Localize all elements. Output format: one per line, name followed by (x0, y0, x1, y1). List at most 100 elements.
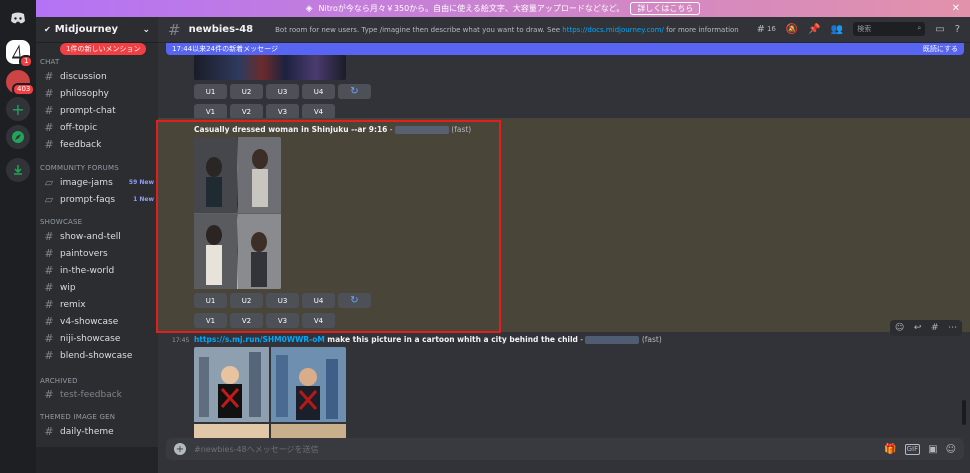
composer-tools: 🎁 GIF ▣ ☺ (884, 443, 956, 455)
category-themed-image-gen[interactable]: THEMED IMAGE GEN (40, 413, 115, 421)
discord-home-icon[interactable] (6, 6, 30, 30)
add-attachment-icon[interactable]: + (174, 443, 186, 455)
channel-daily-theme[interactable]: # daily-theme (44, 424, 154, 439)
channel-test-feedback[interactable]: # test-feedback (44, 387, 154, 402)
channel-label: in-the-world (60, 265, 115, 276)
channel-paintovers[interactable]: # paintovers (44, 246, 154, 261)
forum-icon: ▱ (44, 193, 54, 206)
message-timestamp: 17:45 (172, 337, 190, 344)
channel-off-topic[interactable]: # off-topic (44, 120, 154, 135)
user-panel (36, 447, 158, 473)
redacted-user (585, 336, 640, 344)
verified-icon: ✔ (44, 25, 51, 34)
threads-icon[interactable]: # (757, 24, 765, 35)
channel-niji-showcase[interactable]: # niji-showcase (44, 331, 154, 346)
channel-discussion[interactable]: # discussion (44, 69, 154, 84)
variation-4-button[interactable]: V4 (302, 104, 335, 119)
message-content: https://s.mj.run/SHM0WWR-oM make this pi… (194, 335, 662, 344)
generated-image-grid[interactable] (194, 347, 346, 439)
variation-1-button[interactable]: V1 (194, 104, 227, 119)
pin-icon[interactable]: 📌 (808, 24, 820, 35)
channel-label: image-jams (60, 177, 113, 188)
hash-icon: # (44, 247, 54, 260)
explore-icon[interactable] (6, 125, 30, 149)
search-input[interactable]: 検索 ⌕ (853, 22, 926, 36)
topic-text: Bot room for new users. Type /imagine th… (275, 25, 561, 34)
new-mention-pill[interactable]: 1件の新しいメンション (60, 43, 147, 55)
channel-prompt-chat[interactable]: # prompt-chat (44, 103, 154, 118)
add-server-icon[interactable]: + (6, 97, 30, 121)
new-messages-bar[interactable]: 17:44以来24件の新着メッセージ 既読にする (166, 43, 964, 55)
channel-label: prompt-faqs (60, 194, 116, 205)
channel-in-the-world[interactable]: # in-the-world (44, 263, 154, 278)
hash-icon: # (44, 104, 54, 117)
message-composer[interactable]: + #newbies-48へメッセージを送信 🎁 GIF ▣ ☺ (166, 438, 964, 460)
hash-icon: # (44, 425, 54, 438)
channel-remix[interactable]: # remix (44, 297, 154, 312)
generated-image[interactable] (194, 55, 346, 80)
highlight-annotation-box (156, 120, 501, 333)
download-icon[interactable] (6, 158, 30, 182)
header-toolbar: # 16 🔕 📌 👥 検索 ⌕ ▭ ? (757, 22, 960, 36)
mark-read-button[interactable]: 既読にする (923, 44, 958, 54)
variation-2-button[interactable]: V2 (230, 104, 263, 119)
category-archived[interactable]: ARCHIVED (40, 377, 78, 385)
channel-feedback[interactable]: # feedback (44, 137, 154, 152)
variation-3-button[interactable]: V3 (266, 104, 299, 119)
channel-label: niji-showcase (60, 333, 121, 344)
separator: - (580, 335, 584, 344)
channel-image-jams[interactable]: ▱ image-jams 59 New (44, 175, 154, 190)
channel-show-and-tell[interactable]: # show-and-tell (44, 229, 154, 244)
upscale-2-button[interactable]: U2 (230, 84, 263, 99)
channel-label: prompt-chat (60, 105, 116, 116)
upscale-3-button[interactable]: U3 (266, 84, 299, 99)
gift-icon[interactable]: 🎁 (884, 444, 896, 455)
gif-icon[interactable]: GIF (904, 443, 921, 455)
channel-label: off-topic (60, 122, 98, 133)
channel-blend-showcase[interactable]: # blend-showcase (44, 348, 154, 363)
channel-label: discussion (60, 71, 107, 82)
help-icon[interactable]: ? (955, 24, 960, 35)
close-icon[interactable]: ✕ (952, 3, 960, 14)
banner-cta-button[interactable]: 詳しくはこちら (630, 2, 701, 15)
channel-wip[interactable]: # wip (44, 280, 154, 295)
upscale-1-button[interactable]: U1 (194, 84, 227, 99)
topic-link[interactable]: https://docs.midjourney.com/ (562, 26, 664, 34)
reply-icon[interactable]: ↩ (914, 323, 922, 333)
channel-v4-showcase[interactable]: # v4-showcase (44, 314, 154, 329)
channel-label: v4-showcase (60, 316, 119, 327)
sticker-icon[interactable]: ▣ (928, 444, 937, 455)
hash-icon: # (44, 87, 54, 100)
prompt-text: make this picture in a cartoon whith a c… (327, 335, 578, 344)
create-thread-icon[interactable]: # (931, 323, 939, 333)
category-community-forums[interactable]: COMMUNITY FORUMS (40, 164, 119, 172)
hash-icon: # (44, 315, 54, 328)
channel-label: blend-showcase (60, 350, 133, 361)
server-name: Midjourney (54, 24, 119, 35)
scrollbar[interactable] (962, 400, 966, 425)
hash-icon: # (44, 138, 54, 151)
server-badge: 403 (12, 83, 36, 96)
channel-label: remix (60, 299, 86, 310)
image-link[interactable]: https://s.mj.run/SHM0WWR-oM (194, 335, 325, 344)
hash-icon: # (44, 70, 54, 83)
category-showcase[interactable]: SHOWCASE (40, 218, 82, 226)
inbox-icon[interactable]: ▭ (935, 24, 944, 35)
message-input[interactable]: #newbies-48へメッセージを送信 (194, 444, 319, 455)
nitro-icon: ◈ (305, 3, 313, 14)
mute-bell-icon[interactable]: 🔕 (786, 24, 798, 35)
channel-philosophy[interactable]: # philosophy (44, 86, 154, 101)
channel-label: test-feedback (60, 389, 122, 400)
hash-icon: # (44, 388, 54, 401)
hash-icon: # (44, 332, 54, 345)
members-icon[interactable]: 👥 (831, 24, 843, 35)
emoji-icon[interactable]: ☺ (946, 444, 956, 455)
server-header[interactable]: ✔ Midjourney ⌄ (36, 17, 158, 43)
upscale-4-button[interactable]: U4 (302, 84, 335, 99)
more-options-icon[interactable]: ⋯ (948, 323, 957, 333)
reroll-icon[interactable]: ↻ (338, 84, 371, 99)
speed-badge: (fast) (641, 335, 662, 344)
add-reaction-icon[interactable]: ☺ (895, 323, 904, 333)
category-chat[interactable]: CHAT (40, 58, 59, 66)
channel-prompt-faqs[interactable]: ▱ prompt-faqs 1 New (44, 192, 154, 207)
